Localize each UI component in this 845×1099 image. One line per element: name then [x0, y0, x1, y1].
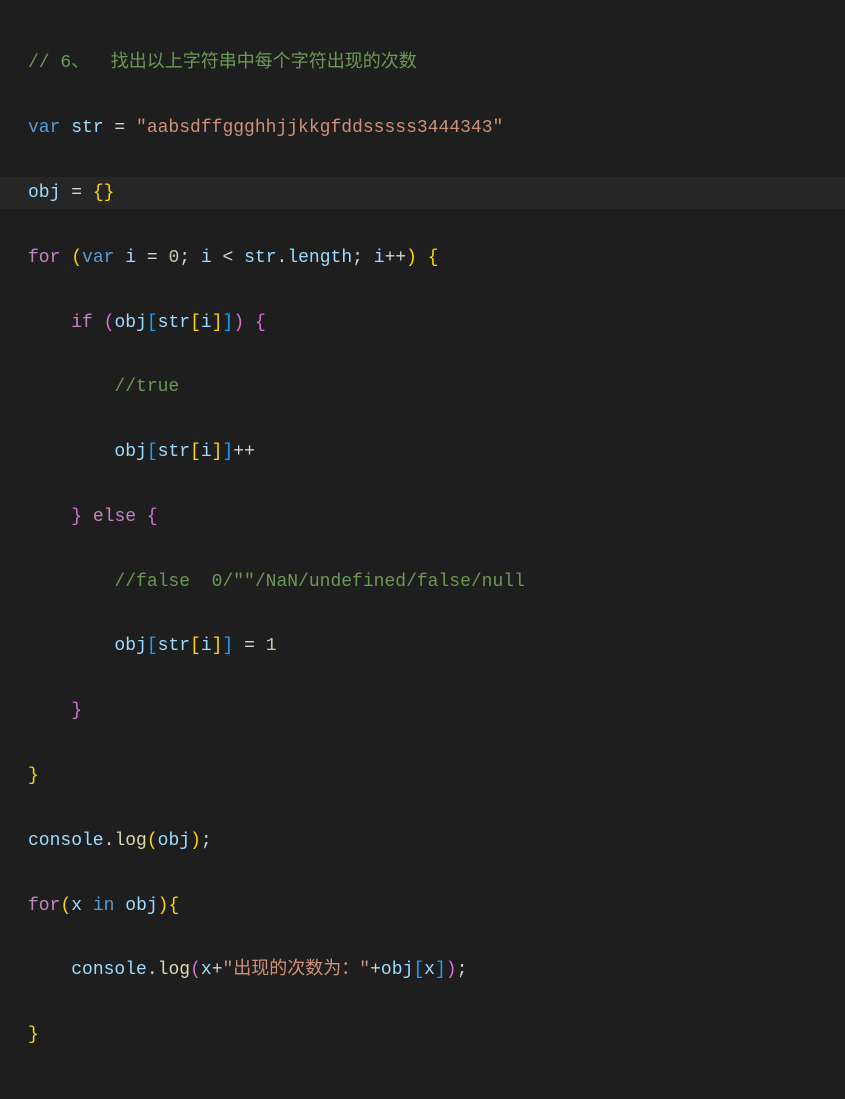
keyword: for [28, 896, 60, 916]
variable: str [71, 118, 103, 138]
code-line: // 6、 找出以上字符串中每个字符出现的次数 [28, 47, 817, 79]
string-literal: "aabsdffggghhjjkkgfddsssss3444343" [136, 118, 503, 138]
code-line: for(x in obj){ [28, 890, 817, 922]
keyword: else [93, 507, 136, 527]
code-editor: // 6、 找出以上字符串中每个字符出现的次数 var str = "aabsd… [0, 0, 845, 1099]
code-line: if (obj[str[i]]) { [28, 307, 817, 339]
code-line: } [28, 695, 817, 727]
keyword: var [28, 118, 60, 138]
code-line: console.log(obj); [28, 825, 817, 857]
code-line: //false 0/""/NaN/undefined/false/null [28, 566, 817, 598]
keyword: for [28, 248, 60, 268]
code-line: console.log(x+"出现的次数为："+obj[x]); [28, 954, 817, 986]
code-line: //true [28, 371, 817, 403]
variable: obj [28, 183, 60, 203]
code-line: } [28, 1019, 817, 1051]
function-call: log [114, 831, 146, 851]
code-line: } [28, 760, 817, 792]
keyword: if [71, 313, 93, 333]
code-line: for (var i = 0; i < str.length; i++) { [28, 242, 817, 274]
string-literal: "出现的次数为：" [223, 960, 371, 980]
code-line: obj = {} [0, 177, 845, 209]
function-call: log [158, 960, 190, 980]
code-line: } else { [28, 501, 817, 533]
code-line: obj[str[i]] = 1 [28, 630, 817, 662]
comment: //false 0/""/NaN/undefined/false/null [114, 572, 524, 592]
comment: //true [114, 377, 179, 397]
comment: // 6、 找出以上字符串中每个字符出现的次数 [28, 53, 417, 73]
code-line: var str = "aabsdffggghhjjkkgfddsssss3444… [28, 112, 817, 144]
code-line: obj[str[i]]++ [28, 436, 817, 468]
